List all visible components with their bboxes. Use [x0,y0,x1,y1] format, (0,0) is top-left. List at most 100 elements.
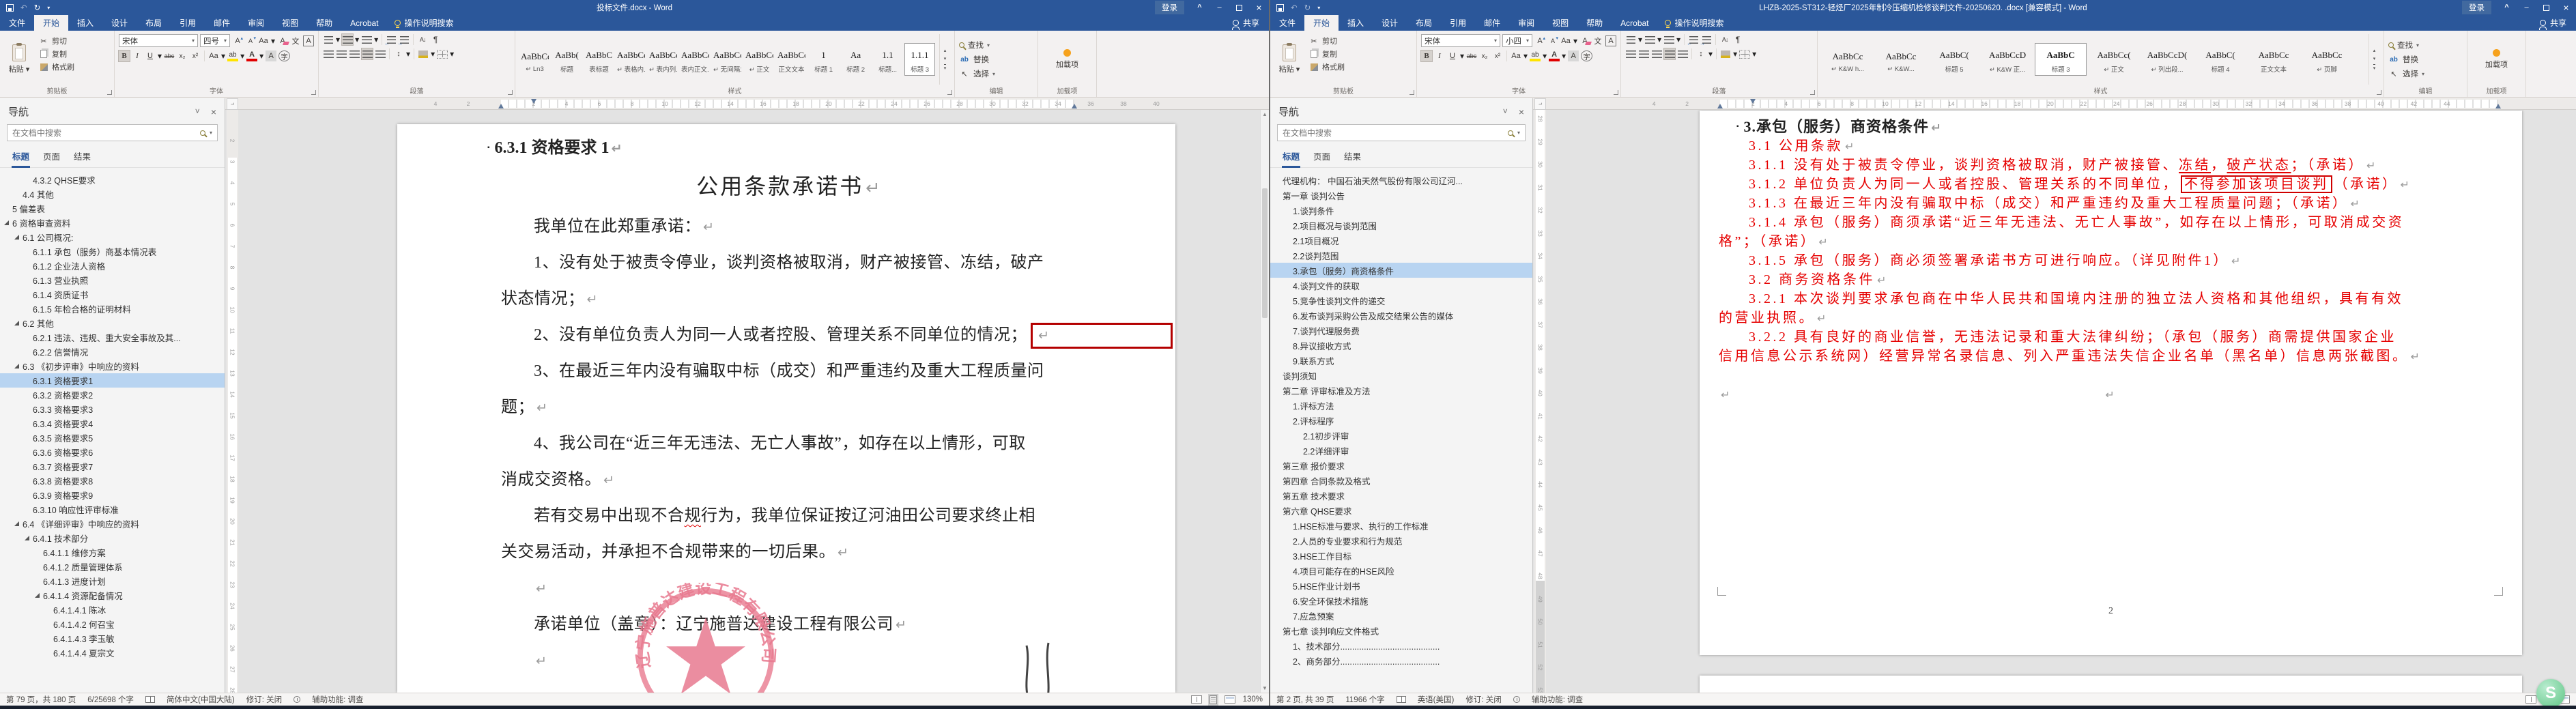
search-input[interactable] [1283,128,1504,138]
add-ins-button[interactable]: 加载项 [1042,34,1092,85]
style-chip[interactable]: AaBbCcD ↵ K&W 正... [1981,43,2033,76]
add-ins-button[interactable]: 加载项 [2472,34,2521,85]
track-changes-indicator[interactable]: 修订: 关闭 [246,694,282,705]
distribute-icon[interactable] [375,48,386,59]
nav-heading-item[interactable]: 6.4.1.4 资源配备情况 [0,588,225,603]
ribbon-tab[interactable]: 引用 [171,15,205,31]
ribbon-tab[interactable]: 开始 [34,15,69,31]
style-chip[interactable]: AaBbCc(↵ 正文 [2088,43,2140,76]
style-chip[interactable]: AaBb(标题 [552,43,582,76]
nav-heading-item[interactable]: 6.3.2 资格要求2 [0,388,225,402]
nav-heading-item[interactable]: 谈判须知 [1270,368,1532,383]
nav-heading-item[interactable]: 7.应急预案 [1270,608,1532,623]
nav-tab[interactable]: 标题 [1276,147,1306,168]
nav-heading-item[interactable]: 6.4 《详细评审》中响应的资料 [0,517,225,531]
show-marks-icon[interactable] [430,34,441,45]
distribute-icon[interactable] [1677,48,1688,59]
nav-heading-item[interactable]: 6.4.1.1 维修方案 [0,545,225,560]
nav-heading-item[interactable]: 6.3.6 资格要求6 [0,445,225,459]
format-painter-button[interactable]: 格式刷 [1308,61,1345,72]
shrink-font-icon[interactable] [245,35,256,46]
document-page[interactable]: ▪ 3.承包（服务）商资格条件 ↵ 3.1 公用条款 ↵ 3.1.1 没有处于被责令停业，… [1700,111,2522,655]
document-page[interactable]: ▪ 6.3.1 资格要求 1 ↵ 公用条款承诺书 ↵ 我单位在此郑重承诺： ↵ 1、没有处于被… [397,124,1175,693]
chevron-down-icon[interactable] [1503,106,1508,117]
font-size-select[interactable]: 四号 [200,34,230,47]
subscript-icon[interactable] [177,50,188,61]
ribbon-tab[interactable]: 布局 [1407,15,1441,31]
ribbon-tab[interactable]: 审阅 [1509,15,1543,31]
tab-selector[interactable] [227,98,238,110]
bullets-icon[interactable] [1625,34,1636,45]
restore-icon[interactable] [1229,0,1249,15]
dialog-launcher-icon[interactable] [947,90,953,95]
ribbon-tab[interactable]: 引用 [1441,15,1475,31]
text-effects-icon[interactable] [1511,50,1521,61]
nav-heading-item[interactable]: 6.4.1.2 质量管理体系 [0,560,225,574]
bold-icon[interactable] [1420,50,1433,62]
enclose-characters-icon[interactable] [1581,50,1593,61]
italic-icon[interactable] [1434,50,1445,61]
style-chip[interactable]: AaBbCcD↵ 表内列... [648,43,678,76]
nav-heading-item[interactable]: 第六章 QHSE要求 [1270,503,1532,518]
nav-heading-item[interactable]: 2.2谈判范围 [1270,248,1532,263]
grow-font-icon[interactable] [1534,35,1545,46]
justify-icon[interactable] [1663,48,1676,60]
font-name-select[interactable]: 宋体 [119,34,198,47]
collapse-triangle-icon[interactable] [25,536,29,540]
style-chip[interactable]: AaBbCcD(↵ 无间隔1 [712,43,743,76]
save-icon[interactable] [6,3,14,12]
style-gallery-arrows[interactable] [939,34,950,85]
character-border-icon[interactable] [303,35,315,46]
style-chip[interactable]: 1.1 标题... [872,43,903,76]
font-color-icon[interactable] [1549,50,1560,61]
language-indicator[interactable]: 英语(美国) [1418,694,1455,705]
strikethrough-icon[interactable] [1466,50,1477,61]
nav-search-box[interactable] [7,124,218,141]
find-button[interactable]: 查找 [2388,40,2424,51]
collapse-triangle-icon[interactable] [14,364,19,368]
replace-button[interactable]: 替换 [959,54,995,66]
page-indicator[interactable]: 第 2 页, 共 39 页 [1276,694,1334,705]
minimize-icon[interactable] [2517,0,2536,15]
nav-heading-item[interactable]: 6.2.1 违法、违规、重大安全事故及其... [0,330,225,345]
search-input[interactable] [12,128,196,138]
nav-heading-item[interactable]: 6.3.7 资格要求7 [0,459,225,474]
redo-icon[interactable] [34,3,41,12]
font-name-select[interactable]: 宋体 [1421,34,1500,47]
cut-button[interactable]: 剪切 [38,35,74,46]
style-chip[interactable]: 1 标题 1 [808,43,839,76]
align-center-icon[interactable] [336,48,347,59]
style-chip[interactable]: AaBbCcD↵ 正文 [744,43,775,76]
nav-heading-item[interactable]: 6.4.1.4.3 李玉敏 [0,631,225,646]
sort-icon[interactable] [417,34,428,45]
style-chip[interactable]: AaBbC(标题 5 [1928,43,1980,76]
scroll-down-icon[interactable]: ▼ [1261,685,1269,691]
horizontal-ruler[interactable]: 4 2 2 4 6 8 10 12 14 16 18 20 22 24 26 28 30 32 34 36 38 40 [225,98,1269,110]
first-line-indent-marker[interactable] [531,99,536,106]
nav-heading-item[interactable]: 3.HSE工作目标 [1270,548,1532,563]
ribbon-tab[interactable]: 视图 [273,15,307,31]
nav-heading-item[interactable]: 6.发布谈判采购公告及成交结果公告的媒体 [1270,308,1532,323]
tell-me-search[interactable]: 操作说明搜索 [394,15,454,31]
grow-font-icon[interactable] [232,35,243,46]
ribbon-tab[interactable]: 插入 [68,15,102,31]
nav-heading-item[interactable]: 1、技术部分..................................… [1270,638,1532,653]
dialog-launcher-icon[interactable] [311,90,317,95]
phonetic-guide-icon[interactable] [290,35,301,46]
align-right-icon[interactable] [349,48,360,59]
ribbon-tab[interactable]: 帮助 [1577,15,1612,31]
bullets-icon[interactable] [323,34,334,45]
nav-heading-item[interactable]: 6.4.1.4.2 何召宝 [0,617,225,631]
nav-heading-item[interactable]: 7.谈判代理服务费 [1270,323,1532,338]
ribbon-tab[interactable]: 开始 [1304,15,1339,31]
align-center-icon[interactable] [1638,48,1649,59]
close-icon[interactable] [211,106,216,117]
dialog-launcher-icon[interactable] [508,90,513,95]
nav-heading-item[interactable]: 6.2.2 信誉情况 [0,345,225,359]
nav-heading-item[interactable]: 9.联系方式 [1270,353,1532,368]
qat-customize-icon[interactable] [1317,5,1320,11]
ribbon-tab[interactable]: 设计 [1373,15,1407,31]
nav-heading-item[interactable]: 6.4.1 技术部分 [0,531,225,545]
accessibility-status[interactable]: 辅助功能: 调查 [1532,694,1583,705]
horizontal-ruler[interactable]: 4 2 2 4 6 8 10 12 14 16 18 20 22 24 26 28 30 32 34 36 38 40 42… [1533,98,2576,110]
